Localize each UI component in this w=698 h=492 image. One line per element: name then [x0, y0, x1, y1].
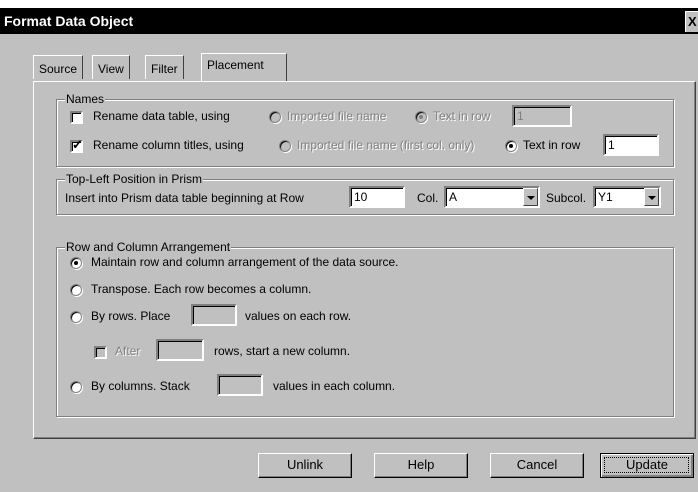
insert-row-field[interactable]: 10 [349, 186, 405, 208]
maintain-radio[interactable] [70, 257, 82, 269]
help-button-label: Help [407, 457, 435, 472]
close-button[interactable]: X [685, 11, 698, 32]
format-data-object-dialog: Format Data Object X Source View Filter … [0, 8, 698, 492]
rename-columns-label: Rename column titles, using [93, 138, 244, 152]
subcol-label: Subcol. [546, 191, 587, 205]
tab-view-label: View [98, 62, 124, 76]
byrows-radio[interactable] [70, 311, 82, 323]
byrows-label: By rows. Place [91, 309, 171, 323]
rename-columns-row-field[interactable]: 1 [603, 134, 659, 156]
unlink-button[interactable]: Unlink [258, 453, 352, 478]
unlink-button-label: Unlink [286, 457, 324, 472]
close-icon: X [688, 14, 697, 29]
transpose-radio[interactable] [70, 284, 82, 296]
tab-view[interactable]: View [92, 55, 130, 79]
after-checkbox[interactable] [94, 346, 107, 359]
placement-panel: Names Rename data table, using Imported … [33, 81, 696, 439]
rename-table-imported-radio[interactable] [269, 111, 281, 123]
rename-table-textrow-label: Text in row [433, 109, 491, 123]
insert-row-label: Insert into Prism data table beginning a… [65, 191, 304, 205]
update-button[interactable]: Update [600, 453, 694, 478]
bycolumns-suffix: values in each column. [273, 379, 396, 393]
col-label: Col. [417, 191, 439, 205]
subcol-select-value: Y1 [598, 190, 613, 204]
bycolumns-label: By columns. Stack [91, 379, 190, 393]
position-group: Top-Left Position in Prism Insert into P… [56, 172, 674, 215]
bycolumns-radio[interactable] [70, 381, 82, 393]
tab-placement[interactable]: Placement [201, 53, 287, 81]
cancel-button[interactable]: Cancel [490, 453, 584, 478]
maintain-label: Maintain row and column arrangement of t… [91, 255, 399, 269]
after-suffix: rows, start a new column. [214, 344, 351, 358]
tab-source[interactable]: Source [33, 55, 84, 79]
help-button[interactable]: Help [374, 453, 468, 478]
rename-table-checkbox[interactable] [70, 111, 83, 124]
rename-table-label: Rename data table, using [93, 109, 230, 123]
names-legend: Names [65, 92, 106, 106]
after-label: After [115, 344, 141, 358]
byrows-count-field[interactable] [191, 304, 237, 326]
col-dropdown-icon[interactable] [523, 188, 538, 206]
cancel-button-label: Cancel [516, 457, 558, 472]
subcol-select[interactable]: Y1 [593, 186, 661, 208]
byrows-suffix: values on each row. [245, 309, 352, 323]
col-select-value: A [449, 190, 458, 204]
update-button-label: Update [626, 457, 668, 472]
rename-columns-textrow-radio[interactable] [505, 140, 517, 152]
tab-filter-label: Filter [151, 62, 178, 76]
names-group: Names Rename data table, using Imported … [56, 92, 674, 167]
rename-table-row-field[interactable]: 1 [512, 105, 572, 127]
position-legend: Top-Left Position in Prism [65, 172, 204, 186]
tab-source-label: Source [39, 62, 78, 76]
rename-table-imported-label: Imported file name [287, 109, 387, 123]
after-count-field[interactable] [156, 339, 204, 361]
bycolumns-count-field[interactable] [217, 374, 263, 396]
rename-columns-checkbox[interactable]: ✓ [70, 138, 83, 153]
arrangement-legend: Row and Column Arrangement [65, 240, 232, 254]
tab-placement-label: Placement [207, 58, 264, 72]
col-select[interactable]: A [444, 186, 540, 208]
tab-filter[interactable]: Filter [145, 55, 184, 79]
window-title: Format Data Object [4, 13, 134, 29]
subcol-dropdown-icon[interactable] [644, 188, 659, 206]
arrangement-group: Row and Column Arrangement Maintain row … [56, 240, 674, 417]
transpose-label: Transpose. Each row becomes a column. [91, 282, 312, 296]
rename-columns-textrow-label: Text in row [523, 138, 581, 152]
rename-table-textrow-radio[interactable] [415, 111, 427, 123]
rename-columns-imported-label: Imported file name (first col. only) [297, 138, 475, 152]
rename-columns-imported-radio[interactable] [279, 140, 291, 152]
title-bar: Format Data Object X [0, 8, 698, 34]
